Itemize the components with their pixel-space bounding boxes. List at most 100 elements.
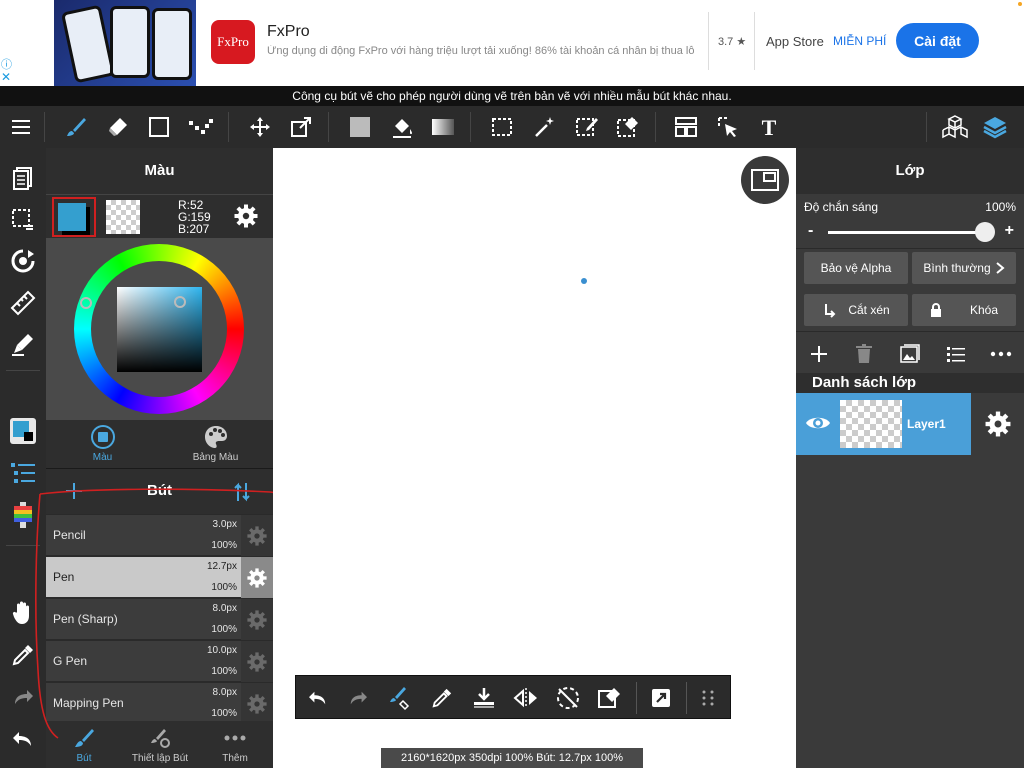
brush-eraser-toggle-icon[interactable] xyxy=(386,684,414,712)
clipping-button[interactable]: Cắt xén xyxy=(804,294,908,326)
main-color-swatch[interactable] xyxy=(58,203,86,231)
magic-wand-icon[interactable] xyxy=(531,113,559,141)
ruler-icon[interactable] xyxy=(8,288,38,318)
color-picker[interactable] xyxy=(46,238,273,420)
pages-icon[interactable] xyxy=(8,163,38,193)
undo-icon[interactable] xyxy=(304,684,332,712)
saturation-value-square[interactable] xyxy=(117,287,202,372)
svg-text:T: T xyxy=(762,116,777,138)
select-eraser-icon[interactable] xyxy=(614,113,642,141)
selection-icon[interactable] xyxy=(8,205,38,235)
dot-brush-icon[interactable] xyxy=(187,113,215,141)
ad-banner[interactable]: FxPro FxPro Ứng dụng di động FxPro với h… xyxy=(0,0,1024,86)
clear-layer-icon[interactable] xyxy=(596,684,624,712)
eyedropper-icon[interactable] xyxy=(428,684,456,712)
open-external-icon[interactable] xyxy=(647,684,675,712)
ad-image[interactable] xyxy=(54,0,196,86)
tab-brush[interactable]: Bút xyxy=(46,725,122,764)
palette-strip-icon[interactable] xyxy=(8,500,38,530)
layer-image-icon[interactable] xyxy=(898,342,922,366)
ad-close-icon[interactable]: ✕ xyxy=(1,70,11,84)
alpha-protect-button[interactable]: Bảo vệ Alpha xyxy=(804,252,908,284)
redo-icon[interactable] xyxy=(344,684,372,712)
redo-icon[interactable] xyxy=(8,682,38,712)
layer-list-icon[interactable] xyxy=(944,342,968,366)
pen-tool-icon[interactable] xyxy=(8,329,38,359)
ad-install-button[interactable]: Cài đặt xyxy=(896,23,979,58)
view-toggle-icon[interactable] xyxy=(741,156,789,204)
flip-horizontal-icon[interactable] xyxy=(512,684,540,712)
ad-app-name[interactable]: FxPro xyxy=(267,23,310,41)
tab-brush-settings[interactable]: Thiết lập Bút xyxy=(122,725,198,764)
opacity-increase-button[interactable]: + xyxy=(1005,222,1014,240)
undo-icon[interactable] xyxy=(8,724,38,754)
select-pen-icon[interactable] xyxy=(573,113,601,141)
layout-icon[interactable] xyxy=(672,113,700,141)
transform-icon[interactable] xyxy=(287,113,315,141)
sub-color-swatch[interactable] xyxy=(106,200,140,234)
eyedropper-icon[interactable] xyxy=(8,640,38,670)
select-rect-icon[interactable] xyxy=(488,113,516,141)
rectangle-icon[interactable] xyxy=(145,113,173,141)
drag-handle-icon[interactable] xyxy=(694,684,722,712)
tab-color[interactable]: Màu xyxy=(46,424,159,463)
bucket-icon[interactable] xyxy=(388,113,416,141)
ad-app-logo[interactable]: FxPro xyxy=(211,20,255,64)
brush-row-pen[interactable]: Pen 12.7px 100% xyxy=(46,557,273,598)
layer-row[interactable]: Layer1 xyxy=(796,393,971,455)
lock-label: Khóa xyxy=(969,303,999,317)
gradient-icon[interactable] xyxy=(429,113,457,141)
brush-settings-gear-icon[interactable] xyxy=(241,683,273,724)
opacity-slider-track[interactable] xyxy=(828,231,986,234)
brush-row-g-pen[interactable]: G Pen 10.0px 100% xyxy=(46,641,273,682)
eraser-icon[interactable] xyxy=(104,113,132,141)
color-panel: Màu R:52 G:159 B:207 Màu Bảng Màu xyxy=(46,148,273,468)
tab-more[interactable]: Thêm xyxy=(197,725,273,764)
brush-row-pen-sharp[interactable]: Pen (Sharp) 8.0px 100% xyxy=(46,599,273,640)
ad-rating: 3.7 ★ xyxy=(718,36,747,48)
brush-panel: Bút Pencil 3.0px 100% Pen 12.7px 100% Pe… xyxy=(46,468,273,768)
layers-icon[interactable] xyxy=(981,113,1009,141)
delete-layer-icon[interactable] xyxy=(852,342,876,366)
add-layer-icon[interactable] xyxy=(807,342,831,366)
move-icon[interactable] xyxy=(246,113,274,141)
menu-icon[interactable] xyxy=(7,113,35,141)
clipping-label: Cắt xén xyxy=(848,303,890,317)
material-icon[interactable] xyxy=(941,113,969,141)
brush-name: Pen (Sharp) xyxy=(53,612,118,626)
brush-icon[interactable] xyxy=(62,113,90,141)
rotate-icon[interactable] xyxy=(8,246,38,276)
select-move-icon[interactable] xyxy=(714,113,742,141)
brush-settings-gear-icon[interactable] xyxy=(241,599,273,640)
color-cursor[interactable] xyxy=(174,296,186,308)
blend-mode-button[interactable]: Bình thường xyxy=(912,252,1016,284)
opacity-decrease-button[interactable]: - xyxy=(808,222,813,240)
fill-color-icon[interactable] xyxy=(346,113,374,141)
color-settings-gear-icon[interactable] xyxy=(234,204,258,228)
more-options-icon[interactable] xyxy=(989,342,1013,366)
brush-row-mapping-pen[interactable]: Mapping Pen 8.0px 100% xyxy=(46,683,273,724)
main-color-selector[interactable] xyxy=(52,197,96,237)
sort-brushes-icon[interactable] xyxy=(232,481,252,503)
tab-palette[interactable]: Bảng Màu xyxy=(159,424,272,463)
brush-opacity: 100% xyxy=(211,624,237,635)
reset-rotation-icon[interactable] xyxy=(554,684,582,712)
brush-row-pencil[interactable]: Pencil 3.0px 100% xyxy=(46,515,273,556)
text-icon[interactable]: T xyxy=(755,113,783,141)
color-swatch-icon[interactable] xyxy=(8,416,38,446)
layer-settings-gear-icon[interactable] xyxy=(971,393,1024,455)
save-download-icon[interactable] xyxy=(470,684,498,712)
opacity-slider-thumb[interactable] xyxy=(975,222,995,242)
divider xyxy=(686,682,687,714)
hand-icon[interactable] xyxy=(8,598,38,628)
canvas-area[interactable]: 2160*1620px 350dpi 100% Bút: 12.7px 100% xyxy=(273,148,796,768)
blend-mode-label: Bình thường xyxy=(923,261,991,275)
lock-button[interactable]: Khóa xyxy=(912,294,1016,326)
brush-panel-header: Bút xyxy=(46,468,273,514)
brush-list-icon[interactable] xyxy=(8,458,38,488)
brush-settings-gear-icon[interactable] xyxy=(241,515,273,556)
eye-icon[interactable] xyxy=(804,413,832,433)
brush-settings-gear-icon[interactable] xyxy=(241,641,273,682)
hue-cursor[interactable] xyxy=(80,297,92,309)
brush-settings-gear-icon[interactable] xyxy=(241,557,273,598)
